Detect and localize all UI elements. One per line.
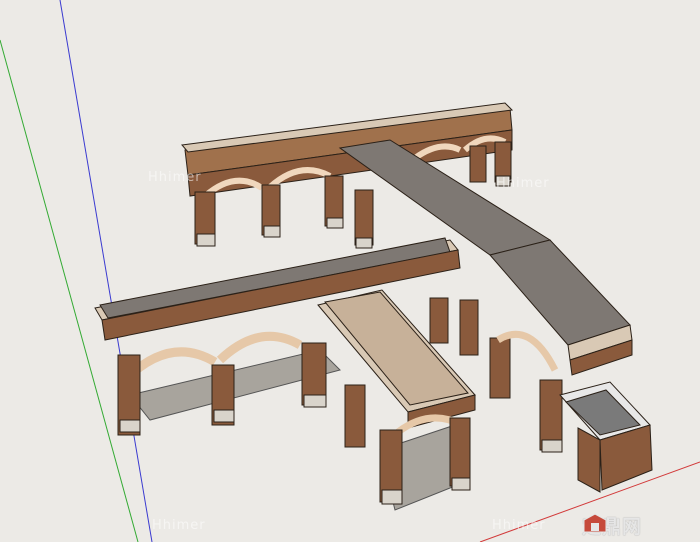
site-logo: 定鼎网 [582, 512, 642, 539]
model-canvas[interactable] [0, 0, 700, 542]
watermark: Hhimer [492, 518, 546, 533]
watermark: Hhimer [152, 518, 206, 533]
front-wing [317, 289, 476, 511]
sketchup-viewport[interactable]: Hhimer Hhimer Hhimer Hhimer 定鼎网 [0, 0, 700, 542]
blue-axis [59, 0, 153, 542]
watermark: Hhimer [148, 170, 202, 185]
logo-icon [583, 513, 607, 533]
green-axis [0, 39, 139, 542]
watermark: Hhimer [496, 176, 550, 191]
